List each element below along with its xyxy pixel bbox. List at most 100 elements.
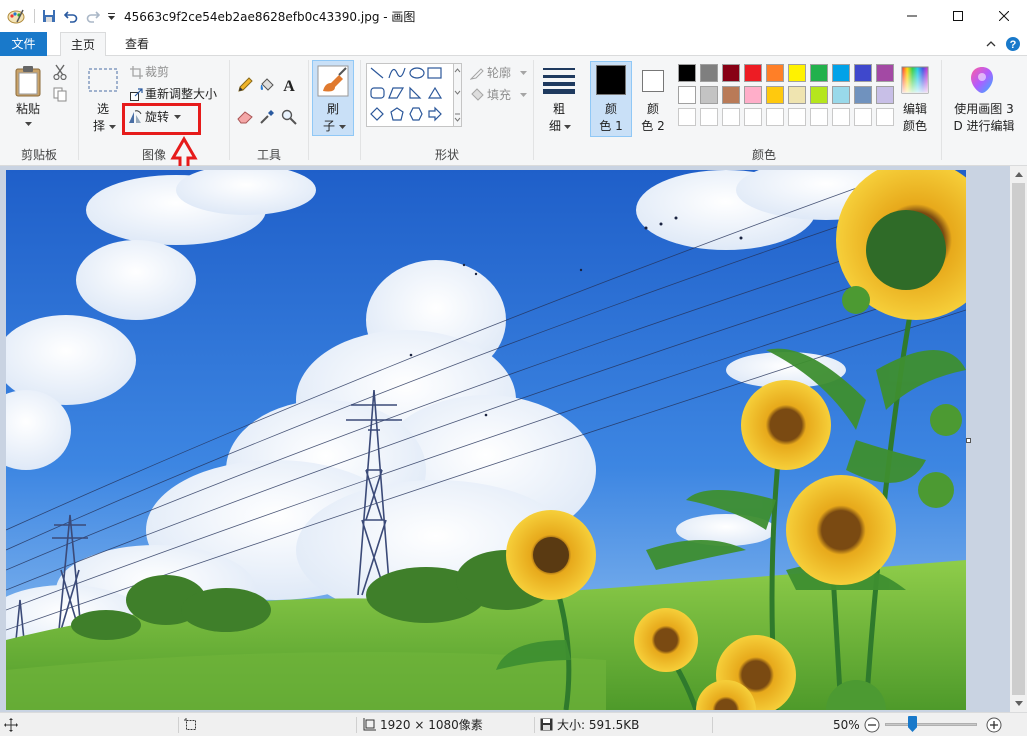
zoom-slider-track[interactable] — [885, 723, 977, 726]
clipboard-group-label: 剪贴板 — [20, 148, 57, 162]
file-size-icon — [540, 718, 553, 731]
undo-icon[interactable] — [62, 8, 80, 24]
select-dropdown-icon[interactable] — [107, 123, 117, 131]
color1-label-line2: 色 1 — [599, 119, 623, 133]
outline-icon[interactable] — [469, 65, 485, 81]
dimensions-text: 1920 × 1080像素 — [380, 718, 483, 732]
image-canvas[interactable] — [6, 170, 966, 710]
file-size-text: 大小: 591.5KB — [557, 718, 640, 732]
eraser-icon[interactable] — [236, 108, 254, 126]
zoom-level: 50% — [833, 717, 860, 732]
fill-bucket-icon[interactable] — [258, 76, 276, 94]
group-divider — [941, 60, 942, 160]
palette-color-swatch[interactable] — [876, 64, 894, 82]
redo-icon[interactable] — [84, 8, 102, 24]
brushes-dropdown-icon[interactable] — [337, 123, 347, 131]
clipboard-group: 粘贴 剪贴板 — [0, 56, 78, 166]
palette-color-swatch[interactable] — [854, 86, 872, 104]
pencil-icon[interactable] — [236, 76, 254, 94]
color1-label: 颜 — [604, 102, 617, 116]
customize-quick-access-icon[interactable] — [104, 8, 118, 24]
paint3d-icon[interactable] — [966, 65, 998, 95]
color2-button[interactable]: 颜 — [643, 101, 663, 117]
paste-icon[interactable] — [12, 64, 44, 98]
cut-icon[interactable] — [52, 64, 68, 80]
zoom-slider-thumb[interactable] — [908, 716, 917, 732]
magnifier-icon[interactable] — [280, 108, 298, 126]
palette-custom-swatch[interactable] — [854, 108, 872, 126]
tab-home[interactable]: 主页 — [60, 32, 106, 57]
select-icon[interactable] — [87, 67, 119, 93]
color1-group: 颜 色 1 — [590, 56, 632, 166]
paste-dropdown-icon[interactable] — [22, 119, 34, 129]
size-dropdown-icon[interactable] — [562, 123, 572, 131]
cursor-position-icon — [4, 713, 18, 736]
scroll-down-icon[interactable] — [1010, 695, 1027, 712]
fill-icon[interactable] — [469, 87, 485, 103]
file-size: 大小: 591.5KB — [540, 713, 639, 736]
paste-button[interactable]: 粘贴 — [8, 101, 48, 117]
crop-button[interactable]: 裁剪 — [145, 64, 169, 80]
dimensions-icon — [363, 717, 376, 730]
outline-dropdown-icon[interactable] — [518, 69, 528, 77]
minimize-button[interactable] — [889, 0, 935, 32]
paint3d-button[interactable]: 使用画图 3 — [944, 101, 1024, 117]
size-button[interactable]: 粗 — [549, 101, 569, 117]
status-divider — [712, 717, 713, 733]
text-icon[interactable]: A — [280, 76, 298, 94]
select-button[interactable]: 选 — [93, 101, 113, 117]
fill-dropdown-icon[interactable] — [518, 91, 528, 99]
color-picker-icon[interactable] — [258, 108, 276, 126]
group-divider — [533, 60, 534, 160]
shapes-scrollbar[interactable] — [454, 63, 462, 127]
scroll-up-icon[interactable] — [1010, 166, 1027, 183]
palette-color-swatch[interactable] — [876, 86, 894, 104]
tools-group: A 工具 — [230, 56, 308, 166]
svg-text:A: A — [283, 78, 295, 93]
scroll-thumb[interactable] — [1012, 183, 1025, 695]
maximize-button[interactable] — [935, 0, 981, 32]
zoom-out-icon — [864, 717, 880, 732]
color2-label-line2: 色 2 — [641, 119, 665, 133]
minimize-icon — [907, 15, 917, 17]
shapes-gallery[interactable] — [366, 63, 454, 127]
tab-view[interactable]: 查看 — [112, 32, 162, 56]
edit-colors-button[interactable]: 编辑 — [896, 101, 934, 117]
rotate-highlight-box — [122, 103, 201, 135]
palette-custom-swatch[interactable] — [876, 108, 894, 126]
vertical-scrollbar[interactable] — [1010, 166, 1027, 712]
paint3d-group: 使用画图 3 D 进行编辑 — [944, 56, 1024, 166]
collapse-ribbon-icon[interactable] — [983, 36, 999, 52]
help-icon[interactable]: ? — [1005, 36, 1021, 52]
zoom-in-button[interactable] — [986, 713, 1002, 736]
colors-label-group: 颜色 — [676, 56, 852, 166]
fill-button[interactable]: 填充 — [487, 87, 511, 103]
image-group-label: 图像 — [141, 148, 166, 162]
color2-group: 颜 色 2 — [634, 56, 676, 166]
image-dimensions: 1920 × 1080像素 — [362, 713, 483, 736]
crop-icon[interactable] — [129, 65, 143, 79]
resize-button[interactable]: 重新调整大小 — [145, 86, 217, 102]
tab-file[interactable]: 文件 — [0, 32, 47, 56]
paint-app-icon[interactable] — [6, 8, 26, 24]
outline-button[interactable]: 轮廓 — [487, 65, 511, 81]
copy-icon[interactable] — [52, 86, 68, 102]
canvas-resize-handle[interactable] — [966, 438, 971, 443]
selection-size-icon — [184, 713, 198, 736]
colors-group-label: 颜色 — [751, 148, 776, 162]
group-divider — [308, 60, 309, 160]
maximize-icon — [953, 11, 963, 21]
status-bar: 1920 × 1080像素 大小: 591.5KB 50% — [0, 712, 1027, 736]
save-icon[interactable] — [40, 8, 58, 24]
edit-colors-icon[interactable] — [900, 65, 930, 95]
zoom-out-button[interactable] — [864, 713, 880, 736]
size-icon[interactable] — [542, 65, 576, 95]
color2-swatch[interactable] — [642, 70, 664, 92]
close-button[interactable] — [981, 0, 1027, 32]
select-label-line2: 择 — [92, 119, 105, 133]
ribbon-tabs: 文件 主页 查看 ? — [0, 32, 1027, 57]
brushes-label-line2: 子 — [322, 119, 335, 133]
resize-icon[interactable] — [129, 87, 143, 101]
status-divider — [356, 717, 357, 733]
palette-color-swatch[interactable] — [854, 64, 872, 82]
